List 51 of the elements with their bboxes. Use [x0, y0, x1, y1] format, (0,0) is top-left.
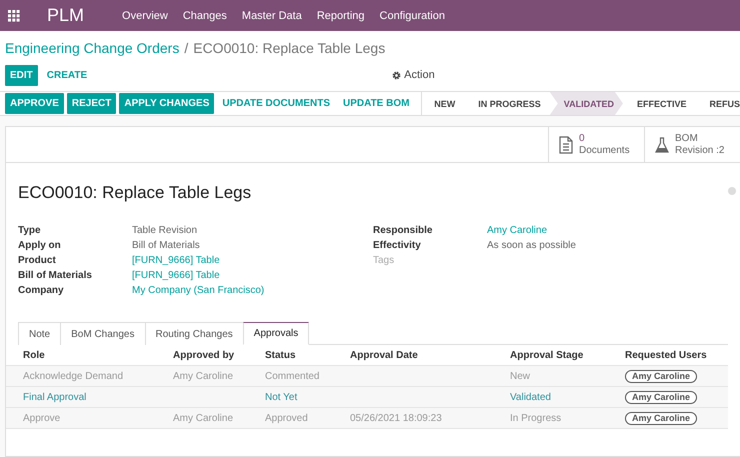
table-cell-text: Amy Caroline	[173, 412, 234, 424]
table-cell-text: Validated	[510, 392, 552, 402]
action-menu[interactable]: Action	[386, 68, 441, 82]
table-cell-text: Not Yet	[265, 392, 298, 402]
column-header[interactable]: Approved by	[173, 350, 265, 360]
table-cell-text: New	[510, 370, 532, 382]
table-cell-text: Amy Caroline	[173, 370, 234, 382]
tab[interactable]: Routing Changes	[144, 322, 244, 345]
column-header[interactable]: Approval Date	[350, 350, 510, 360]
field-label: Type	[18, 225, 42, 236]
menu-item[interactable]: Configuration	[380, 10, 445, 22]
column-header[interactable]: Status	[265, 350, 350, 360]
stage-step[interactable]: VALIDATED	[550, 92, 623, 115]
apps-grid-icon[interactable]	[8, 10, 20, 22]
table-cell-text: 05/26/2021 18:09:23	[350, 412, 443, 424]
document-icon	[559, 136, 573, 154]
field-label: Product	[18, 255, 57, 266]
table-cell-text: In Progress	[510, 412, 562, 424]
table-cell-text: Approve	[23, 412, 62, 424]
tab[interactable]: Approvals	[242, 322, 310, 345]
column-header[interactable]: Requested Users	[625, 350, 728, 360]
field-label: Company	[18, 285, 65, 296]
menu-item[interactable]: Overview	[122, 10, 168, 22]
gear-icon	[392, 70, 402, 80]
user-tag: Amy Caroline	[625, 370, 698, 382]
table-cell-text: Commented	[265, 370, 320, 382]
record-title: ECO0010: Replace Table Legs	[18, 183, 252, 203]
menu-item[interactable]: Master Data	[242, 10, 302, 22]
tab[interactable]: Note	[18, 322, 62, 345]
menu-item[interactable]: Reporting	[316, 10, 365, 22]
field-label: Apply on	[18, 240, 62, 251]
status-dot	[728, 187, 736, 195]
table-cell-text: Approved	[265, 412, 309, 424]
field-label: Responsible	[373, 225, 434, 236]
field-label: Bill of Materials	[18, 270, 93, 281]
app-name: PLM	[47, 5, 84, 26]
menu-item[interactable]: Changes	[182, 10, 227, 22]
column-header[interactable]: Role	[23, 350, 173, 360]
breadcrumb-separator: /	[184, 40, 188, 56]
field-value: Bill of Materials	[132, 240, 201, 251]
table-cell-text: Acknowledge Demand	[23, 370, 124, 382]
field-label: Effectivity	[373, 240, 422, 251]
table-cell-text: Final Approval	[23, 392, 88, 402]
flask-icon	[655, 136, 669, 152]
field-value: Table Revision	[132, 225, 198, 236]
user-tag: Amy Caroline	[625, 390, 698, 404]
column-header[interactable]: Approval Stage	[510, 350, 625, 360]
user-tag: Amy Caroline	[625, 412, 698, 424]
breadcrumb-current: ECO0010: Replace Table Legs	[193, 40, 386, 56]
tab[interactable]: BoM Changes	[60, 322, 146, 345]
field-value: As soon as possible	[487, 240, 577, 251]
